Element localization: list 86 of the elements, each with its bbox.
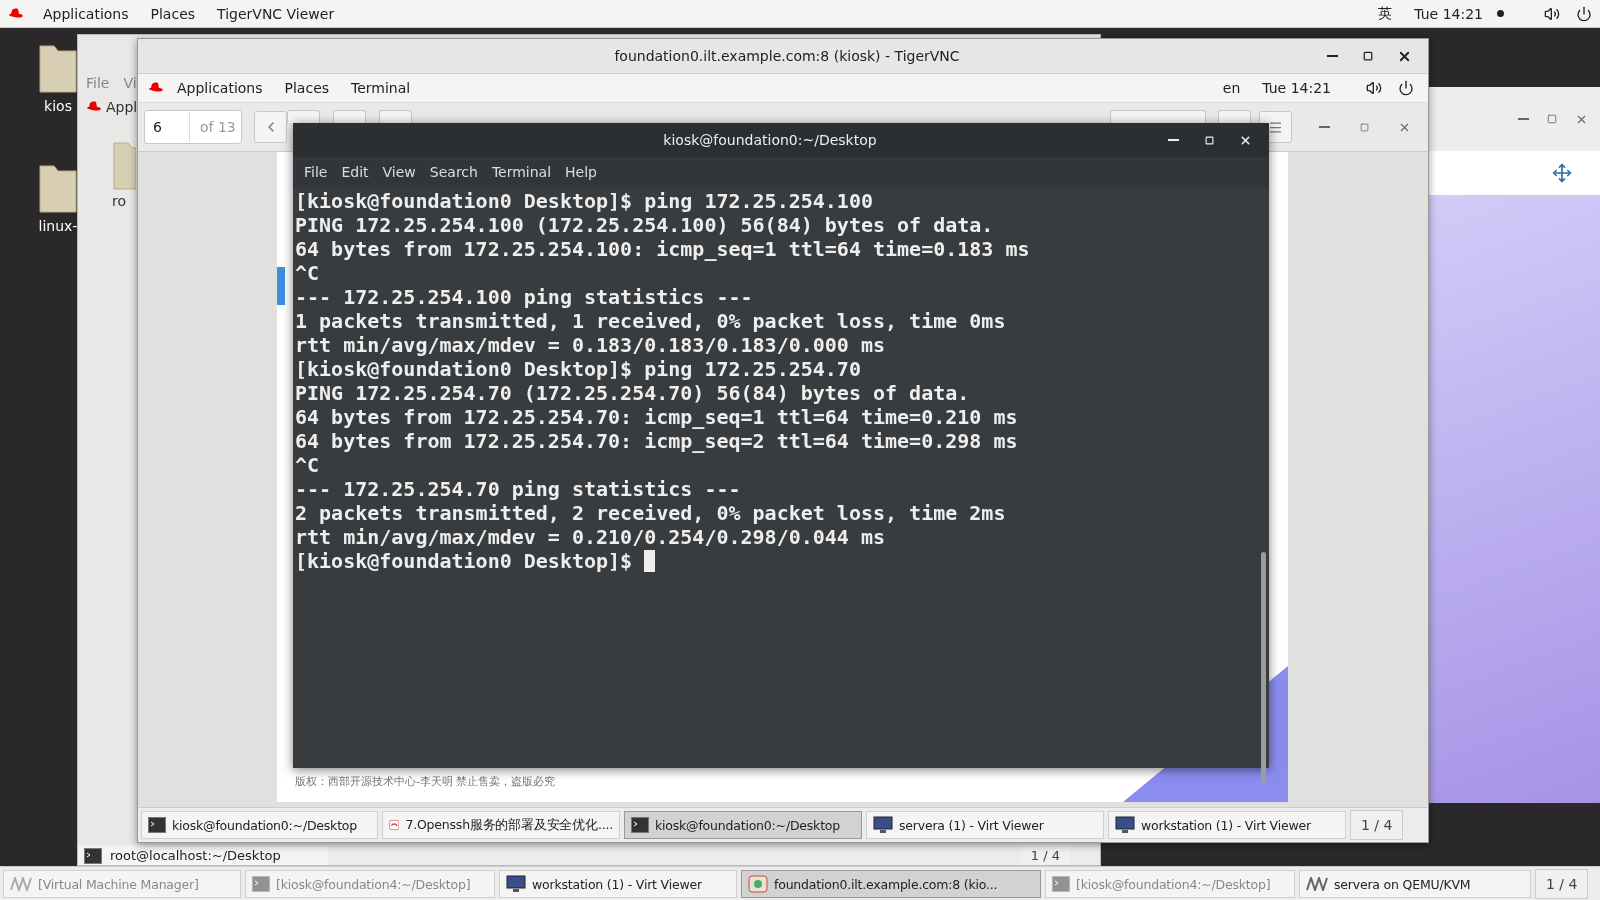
hat-icon: [148, 82, 164, 94]
terminal-line: 64 bytes from 172.25.254.70: icmp_seq=2 ttl=64 time=0.298 ms: [295, 429, 1019, 453]
power-icon[interactable]: [1398, 80, 1414, 96]
terminal-menu-item[interactable]: Search: [422, 164, 485, 180]
menu-icon: [1268, 119, 1283, 135]
menu-item[interactable]: Appl: [106, 99, 138, 115]
terminal-line: 2 packets transmitted, 2 received, 0% packet loss, time 2ms: [295, 501, 1007, 525]
monitor-icon: [873, 816, 893, 834]
maximize-icon: [1363, 51, 1373, 61]
panel-menu[interactable]: Terminal: [340, 80, 422, 96]
taskbar-item[interactable]: root@localhost:~/Desktop: [78, 846, 328, 865]
scrollbar[interactable]: [1261, 552, 1266, 784]
clock[interactable]: Tue 14:21: [1403, 5, 1494, 22]
taskbar-item[interactable]: workstation (1) - Virt Viewer: [1108, 811, 1346, 839]
window-title: foundation0.ilt.example.com:8 (kiosk) - TigerVNC: [613, 48, 961, 64]
minimize-icon: [1326, 55, 1338, 57]
terminal-line: PING 172.25.254.100 (172.25.254.100) 56(84) bytes of data.: [295, 213, 995, 237]
heading-mark: [277, 267, 285, 305]
terminal-title: kiosk@foundation0:~/Desktop: [662, 132, 878, 148]
workspace-pager[interactable]: 1 / 4: [1350, 810, 1404, 840]
hat-icon: [86, 101, 102, 113]
desktop-icon-label[interactable]: linux-: [38, 218, 78, 234]
taskbar-item[interactable]: kiosk@foundation0:~/Desktop: [141, 811, 378, 839]
terminal-line: [kiosk@foundation0 Desktop]$ ping 172.25.254.100: [295, 189, 874, 213]
taskbar-item[interactable]: foundation0.ilt.example.com:8 (kio...: [741, 870, 1041, 898]
terminal-line: ^C: [295, 261, 321, 285]
vnc-icon: [748, 875, 768, 893]
clock[interactable]: Tue 14:21: [1251, 80, 1342, 96]
volume-icon[interactable]: [1366, 80, 1382, 96]
top-bar-menu[interactable]: Applications: [32, 5, 140, 22]
taskbar-item[interactable]: servera (1) - Virt Viewer: [866, 811, 1104, 839]
terminal-menu-item[interactable]: Help: [558, 164, 604, 180]
minimize-icon: [1167, 139, 1179, 141]
taskbar-item[interactable]: workstation (1) - Virt Viewer: [499, 870, 737, 898]
terminal-icon: [631, 817, 649, 833]
workspace-pager[interactable]: 1 / 4: [1535, 869, 1589, 899]
zoom-field[interactable]: [1110, 110, 1206, 123]
panel-menu[interactable]: Applications: [166, 80, 274, 96]
terminal-line: 1 packets transmitted, 1 received, 0% packet loss, time 0ms: [295, 309, 1007, 333]
maximize-icon: [1359, 122, 1369, 132]
terminal-icon: [252, 876, 270, 892]
manager-icon: [1306, 877, 1328, 891]
terminal-menu-item[interactable]: Edit: [334, 164, 376, 180]
panel-menu[interactable]: Places: [273, 80, 341, 96]
terminal-icon: [148, 817, 166, 833]
top-bar-menu[interactable]: Places: [139, 5, 207, 22]
manager-icon: [10, 877, 32, 891]
text-cursor: [644, 550, 656, 572]
input-method[interactable]: 英: [1367, 4, 1404, 23]
close-icon: [1238, 133, 1252, 147]
terminal-menu-item[interactable]: Terminal: [484, 164, 559, 180]
terminal-line: ^C: [295, 453, 321, 477]
terminal-line: rtt min/avg/max/mdev = 0.183/0.183/0.183/0.000 ms: [295, 333, 886, 357]
minimize-icon: [1518, 118, 1529, 120]
terminal-line: --- 172.25.254.70 ping statistics ---: [295, 477, 742, 501]
terminal-line: --- 172.25.254.100 ping statistics ---: [295, 285, 754, 309]
terminal-line: [kiosk@foundation0 Desktop]$ ping 172.25.254.70: [295, 357, 862, 381]
page-field[interactable]: 6 of 13: [144, 110, 242, 144]
language-indicator[interactable]: en: [1211, 80, 1252, 96]
terminal-line: 64 bytes from 172.25.254.100: icmp_seq=1 ttl=64 time=0.183 ms: [295, 237, 1031, 261]
terminal-line: PING 172.25.254.70 (172.25.254.70) 56(84) bytes of data.: [295, 381, 971, 405]
hat-icon: [8, 7, 24, 20]
notification-dot: [1497, 10, 1504, 17]
terminal-icon: [84, 847, 102, 864]
taskbar-item[interactable]: servera on QEMU/KVM: [1299, 870, 1531, 898]
taskbar-item[interactable]: 7.Openssh服务的部署及安全优化....: [382, 811, 620, 839]
maximize-icon[interactable]: [1547, 114, 1557, 124]
terminal-line: rtt min/avg/max/mdev = 0.210/0.254/0.298/0.044 ms: [295, 525, 886, 549]
top-bar-menu[interactable]: TigerVNC Viewer: [206, 5, 346, 22]
copyright-footer: 版权：西部开源技术中心-李天明 禁止售卖，盗版必究: [295, 774, 556, 789]
terminal-icon: [1052, 876, 1070, 892]
taskbar-item[interactable]: kiosk@foundation0:~/Desktop: [624, 811, 862, 839]
terminal-menu-item[interactable]: File: [297, 164, 335, 180]
desktop-icon-label[interactable]: kios: [44, 98, 72, 114]
terminal-line: [kiosk@foundation0 Desktop]$: [295, 549, 634, 573]
desktop-icon-label[interactable]: ro: [112, 193, 126, 209]
terminal-menu-item[interactable]: View: [375, 164, 423, 180]
workspace-pager[interactable]: 1 / 4: [1020, 846, 1070, 865]
maximize-icon: [1204, 135, 1214, 145]
volume-icon[interactable]: [1544, 5, 1560, 22]
power-icon[interactable]: [1576, 5, 1592, 22]
monitor-icon: [506, 875, 526, 893]
monitor-icon: [1115, 816, 1135, 834]
minimize-icon: [1318, 126, 1330, 128]
move-icon[interactable]: [1552, 163, 1572, 183]
terminal-line: 64 bytes from 172.25.254.70: icmp_seq=1 ttl=64 time=0.210 ms: [295, 405, 1019, 429]
